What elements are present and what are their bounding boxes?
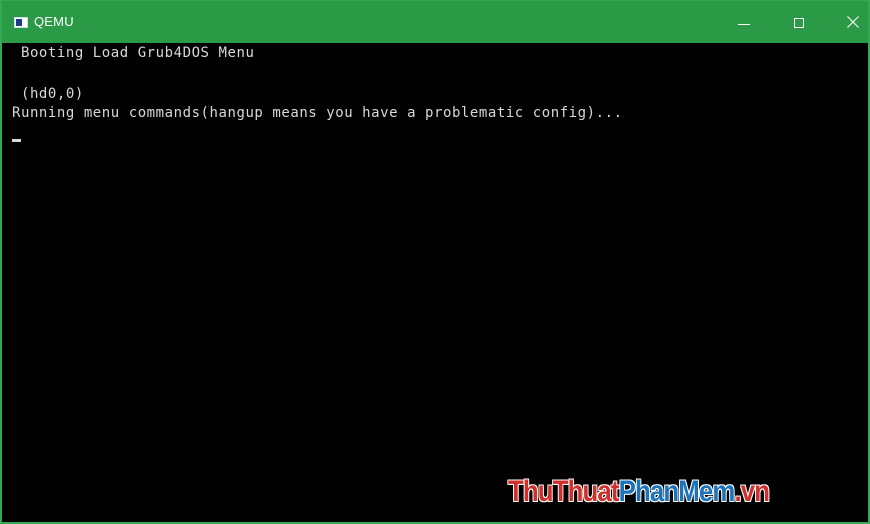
console-line-booting: Booting Load Grub4DOS Menu	[12, 45, 255, 61]
minimize-button[interactable]	[721, 1, 767, 43]
window-title: QEMU	[34, 14, 74, 29]
close-button[interactable]	[831, 1, 870, 43]
qemu-app-icon[interactable]	[14, 17, 28, 28]
maximize-button[interactable]	[777, 1, 823, 43]
console-line-running: Running menu commands(hangup means you h…	[12, 105, 623, 121]
console-screen[interactable]: Booting Load Grub4DOS Menu (hd0,0) Runni…	[2, 43, 868, 522]
maximize-icon	[794, 18, 804, 28]
text-cursor	[12, 139, 21, 142]
console-line-partition: (hd0,0)	[12, 86, 84, 102]
title-bar[interactable]: QEMU	[2, 1, 868, 43]
qemu-window: QEMU Booting Load Grub4DOS Menu (hd0,0) …	[0, 0, 870, 524]
minimize-icon	[738, 24, 750, 25]
close-icon	[847, 16, 859, 28]
watermark-part-phanmem: PhanMem	[618, 475, 736, 508]
watermark-part-thuthuat: ThuThuat	[508, 475, 619, 508]
watermark-part-vn: .vn	[734, 475, 770, 508]
watermark-logo: ThuThuatPhanMem.vn	[508, 475, 770, 508]
